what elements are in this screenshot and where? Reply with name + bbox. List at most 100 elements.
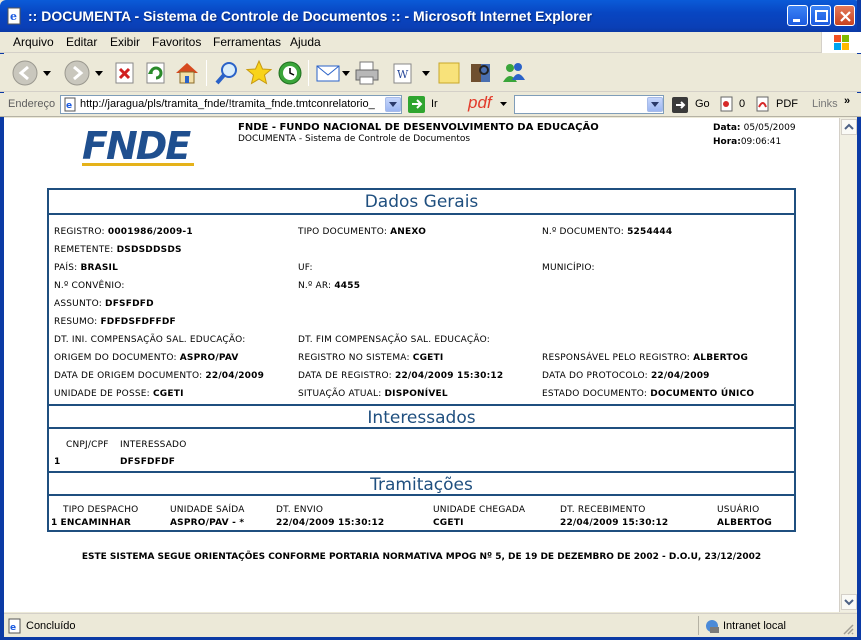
search-icon[interactable] (212, 58, 242, 88)
col-interessado: INTERESSADO (120, 440, 187, 450)
system-name: DOCUMENTA - Sistema de Controle de Docum… (238, 134, 471, 144)
field-data-registro: DATA DE REGISTRO: 22/04/2009 15:30:12 (298, 371, 504, 381)
address-input[interactable]: e http://jaragua/pls/tramita_fnde/!trami… (60, 95, 402, 114)
address-url: http://jaragua/pls/tramita_fnde/!tramita… (80, 98, 375, 110)
print-icon[interactable] (352, 58, 382, 88)
pdf-count-icon[interactable] (719, 96, 735, 112)
field-tipo-documento: TIPO DOCUMENTO: ANEXO (298, 227, 427, 237)
interessado-row-name: DFSFDFDF (120, 457, 176, 467)
tramitacao-row: 1 ENCAMINHAR (51, 518, 132, 528)
notes-icon[interactable] (434, 58, 464, 88)
date-label: Data: (713, 123, 741, 133)
tramitacao-usuario: ALBERTOG (717, 518, 773, 528)
pdf-file-icon[interactable] (755, 96, 771, 112)
field-ar: N.º AR: 4455 (298, 281, 361, 291)
forward-dropdown-icon[interactable] (95, 71, 103, 77)
minimize-button[interactable] (787, 5, 808, 26)
mail-icon[interactable] (314, 58, 344, 88)
field-municipio: MUNICÍPIO: (542, 263, 595, 273)
home-icon[interactable] (172, 58, 202, 88)
pdf-dropdown-icon[interactable] (500, 102, 507, 107)
page-icon: e (64, 97, 76, 112)
links-chevron-icon[interactable]: » (844, 95, 850, 107)
section-tramitacoes: Tramitações (49, 471, 794, 496)
vertical-scrollbar[interactable] (839, 118, 857, 612)
go-search-icon[interactable] (672, 97, 688, 113)
status-text: Concluído (26, 620, 76, 632)
go-arrow-icon[interactable] (408, 96, 426, 113)
section-interessados: Interessados (49, 404, 794, 429)
menu-arquivo[interactable]: Arquivo (13, 35, 54, 49)
pdf-button[interactable]: PDF (776, 98, 798, 110)
col-dt-envio: DT. ENVIO (276, 505, 324, 515)
scroll-down-icon[interactable] (841, 594, 857, 610)
word-icon[interactable]: W (388, 58, 418, 88)
address-label: Endereço (8, 98, 56, 110)
menu-editar[interactable]: Editar (66, 35, 97, 49)
pdf-search-input[interactable] (514, 95, 664, 114)
page-done-icon: e (8, 618, 21, 634)
field-registro: REGISTRO: 0001986/2009-1 (54, 227, 193, 237)
scroll-up-icon[interactable] (841, 119, 857, 135)
research-icon[interactable] (466, 58, 496, 88)
menu-favoritos[interactable]: Favoritos (152, 35, 201, 49)
col-usuario: USUÁRIO (717, 505, 760, 515)
field-resumo: RESUMO: FDFDSFDFFDF (54, 317, 176, 327)
interessado-row-num: 1 (54, 457, 61, 467)
page-content: FNDE FNDE - FUNDO NACIONAL DE DESENVOLVI… (4, 118, 839, 612)
refresh-icon[interactable] (141, 58, 171, 88)
date-value: 05/05/2009 (743, 123, 796, 133)
stop-icon[interactable] (110, 58, 140, 88)
field-pais: PAÍS: BRASIL (54, 263, 119, 273)
section-dados-gerais: Dados Gerais (49, 190, 794, 215)
field-data-origem: DATA DE ORIGEM DOCUMENTO: 22/04/2009 (54, 371, 265, 381)
address-dropdown-icon[interactable] (385, 97, 401, 112)
tramitacao-recebimento: 22/04/2009 15:30:12 (560, 518, 669, 528)
menu-exibir[interactable]: Exibir (110, 35, 140, 49)
date-line: Data: 05/05/2009 (713, 123, 796, 133)
field-unidade-posse: UNIDADE DE POSSE: CGETI (54, 389, 184, 399)
toolbar-separator (206, 60, 207, 86)
go-search-button[interactable]: Go (695, 98, 710, 110)
back-dropdown-icon[interactable] (43, 71, 51, 77)
time-line: Hora:09:06:41 (713, 137, 781, 147)
svg-text:FNDE: FNDE (82, 124, 191, 168)
search-dropdown-icon[interactable] (647, 97, 663, 112)
edit-dropdown-icon[interactable] (422, 71, 430, 77)
status-separator (698, 616, 699, 635)
go-button[interactable]: Ir (431, 98, 438, 110)
col-tipo-despacho: TIPO DESPACHO (63, 505, 139, 515)
tramitacao-chegada: CGETI (433, 518, 464, 528)
links-label[interactable]: Links (812, 98, 838, 110)
resize-grip-icon[interactable] (842, 623, 854, 635)
field-responsavel: RESPONSÁVEL PELO REGISTRO: ALBERTOG (542, 353, 749, 363)
menu-ferramentas[interactable]: Ferramentas (213, 35, 281, 49)
field-n-documento: N.º DOCUMENTO: 5254444 (542, 227, 673, 237)
field-registro-sistema: REGISTRO NO SISTEMA: CGETI (298, 353, 444, 363)
close-button[interactable] (834, 5, 855, 26)
time-label: Hora: (713, 137, 741, 147)
history-icon[interactable] (275, 58, 305, 88)
footer-note: ESTE SISTEMA SEGUE ORIENTAÇÕES CONFORME … (81, 552, 762, 562)
field-assunto: ASSUNTO: DFSFDFD (54, 299, 154, 309)
col-unidade-chegada: UNIDADE CHEGADA (433, 505, 526, 515)
forward-icon[interactable] (62, 58, 92, 88)
messenger-icon[interactable] (499, 58, 529, 88)
zone-text: Intranet local (723, 620, 786, 632)
toolbar-separator (308, 60, 309, 86)
maximize-button[interactable] (810, 5, 831, 26)
back-icon[interactable] (10, 58, 40, 88)
field-data-protocolo: DATA DO PROTOCOLO: 22/04/2009 (542, 371, 710, 381)
tramitacao-envio: 22/04/2009 15:30:12 (276, 518, 385, 528)
favorites-icon[interactable] (244, 58, 274, 88)
pdf-toolbar-label[interactable]: pdf (468, 93, 492, 113)
field-remetente: REMETENTE: DSDSDDSDS (54, 245, 182, 255)
menu-bar: Arquivo Editar Exibir Favoritos Ferramen… (0, 32, 861, 53)
pdf-count: 0 (739, 98, 746, 110)
menu-ajuda[interactable]: Ajuda (290, 35, 321, 49)
mail-dropdown-icon[interactable] (342, 71, 350, 77)
tramitacao-saida: ASPRO/PAV - * (170, 518, 245, 528)
svg-text:e: e (66, 101, 72, 111)
fnde-logo: FNDE (82, 124, 194, 168)
ie-document-icon: e (7, 7, 21, 25)
